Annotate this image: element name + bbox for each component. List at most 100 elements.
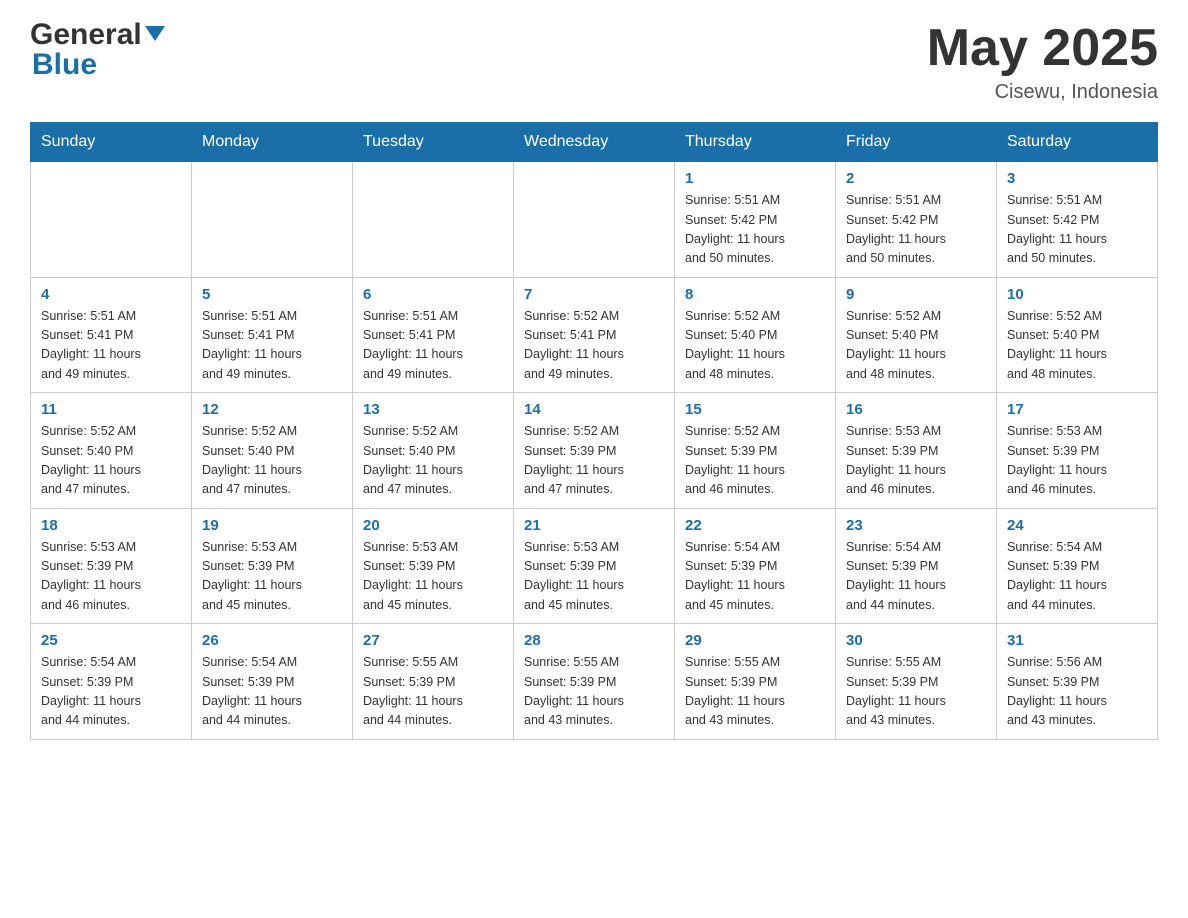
day-number: 13 bbox=[363, 401, 503, 418]
day-info: Sunrise: 5:53 AMSunset: 5:39 PMDaylight:… bbox=[1007, 422, 1147, 500]
day-info: Sunrise: 5:54 AMSunset: 5:39 PMDaylight:… bbox=[41, 653, 181, 731]
day-info: Sunrise: 5:55 AMSunset: 5:39 PMDaylight:… bbox=[524, 653, 664, 731]
day-info: Sunrise: 5:52 AMSunset: 5:40 PMDaylight:… bbox=[202, 422, 342, 500]
calendar-week-4: 18 Sunrise: 5:53 AMSunset: 5:39 PMDayligh… bbox=[31, 508, 1158, 624]
day-info: Sunrise: 5:52 AMSunset: 5:39 PMDaylight:… bbox=[524, 422, 664, 500]
calendar-cell: 7 Sunrise: 5:52 AMSunset: 5:41 PMDaylight… bbox=[514, 277, 675, 393]
day-info: Sunrise: 5:52 AMSunset: 5:40 PMDaylight:… bbox=[685, 307, 825, 385]
day-info: Sunrise: 5:52 AMSunset: 5:40 PMDaylight:… bbox=[846, 307, 986, 385]
day-info: Sunrise: 5:54 AMSunset: 5:39 PMDaylight:… bbox=[685, 538, 825, 616]
day-number: 17 bbox=[1007, 401, 1147, 418]
calendar-week-2: 4 Sunrise: 5:51 AMSunset: 5:41 PMDaylight… bbox=[31, 277, 1158, 393]
calendar-header-row: Sunday Monday Tuesday Wednesday Thursday… bbox=[31, 123, 1158, 162]
calendar-cell: 19 Sunrise: 5:53 AMSunset: 5:39 PMDayligh… bbox=[192, 508, 353, 624]
day-info: Sunrise: 5:56 AMSunset: 5:39 PMDaylight:… bbox=[1007, 653, 1147, 731]
day-number: 30 bbox=[846, 632, 986, 649]
day-number: 26 bbox=[202, 632, 342, 649]
day-number: 16 bbox=[846, 401, 986, 418]
day-info: Sunrise: 5:54 AMSunset: 5:39 PMDaylight:… bbox=[846, 538, 986, 616]
calendar-cell: 26Sunrise: 5:54 AMSunset: 5:39 PMDayligh… bbox=[192, 624, 353, 740]
day-number: 3 bbox=[1007, 170, 1147, 187]
logo: General Blue bbox=[30, 20, 165, 82]
col-header-wednesday: Wednesday bbox=[514, 123, 675, 162]
calendar-cell: 20Sunrise: 5:53 AMSunset: 5:39 PMDayligh… bbox=[353, 508, 514, 624]
day-number: 11 bbox=[41, 401, 181, 418]
calendar-cell bbox=[353, 162, 514, 278]
day-info: Sunrise: 5:53 AMSunset: 5:39 PMDaylight:… bbox=[202, 538, 342, 616]
calendar-cell: 12 Sunrise: 5:52 AMSunset: 5:40 PMDayligh… bbox=[192, 393, 353, 509]
calendar-table: Sunday Monday Tuesday Wednesday Thursday… bbox=[30, 122, 1158, 740]
day-number: 9 bbox=[846, 286, 986, 303]
day-number: 8 bbox=[685, 286, 825, 303]
calendar-cell: 1 Sunrise: 5:51 AMSunset: 5:42 PMDaylight… bbox=[675, 162, 836, 278]
calendar-cell: 9 Sunrise: 5:52 AMSunset: 5:40 PMDaylight… bbox=[836, 277, 997, 393]
col-header-sunday: Sunday bbox=[31, 123, 192, 162]
day-info: Sunrise: 5:54 AMSunset: 5:39 PMDaylight:… bbox=[1007, 538, 1147, 616]
day-number: 19 bbox=[202, 517, 342, 534]
day-number: 7 bbox=[524, 286, 664, 303]
day-number: 27 bbox=[363, 632, 503, 649]
day-number: 18 bbox=[41, 517, 181, 534]
calendar-cell: 21Sunrise: 5:53 AMSunset: 5:39 PMDayligh… bbox=[514, 508, 675, 624]
day-number: 5 bbox=[202, 286, 342, 303]
calendar-cell: 10 Sunrise: 5:52 AMSunset: 5:40 PMDayligh… bbox=[997, 277, 1158, 393]
calendar-cell: 28Sunrise: 5:55 AMSunset: 5:39 PMDayligh… bbox=[514, 624, 675, 740]
day-info: Sunrise: 5:53 AMSunset: 5:39 PMDaylight:… bbox=[363, 538, 503, 616]
calendar-cell: 18Sunrise: 5:53 AMSunset: 5:39 PMDayligh… bbox=[31, 508, 192, 624]
day-number: 29 bbox=[685, 632, 825, 649]
day-info: Sunrise: 5:55 AMSunset: 5:39 PMDaylight:… bbox=[846, 653, 986, 731]
day-info: Sunrise: 5:51 AMSunset: 5:42 PMDaylight:… bbox=[846, 191, 986, 269]
day-info: Sunrise: 5:51 AMSunset: 5:42 PMDaylight:… bbox=[685, 191, 825, 269]
calendar-cell: 3 Sunrise: 5:51 AMSunset: 5:42 PMDaylight… bbox=[997, 162, 1158, 278]
day-number: 24 bbox=[1007, 517, 1147, 534]
day-number: 1 bbox=[685, 170, 825, 187]
day-number: 31 bbox=[1007, 632, 1147, 649]
calendar-cell: 14 Sunrise: 5:52 AMSunset: 5:39 PMDayligh… bbox=[514, 393, 675, 509]
day-info: Sunrise: 5:52 AMSunset: 5:40 PMDaylight:… bbox=[41, 422, 181, 500]
day-number: 25 bbox=[41, 632, 181, 649]
day-number: 21 bbox=[524, 517, 664, 534]
col-header-tuesday: Tuesday bbox=[353, 123, 514, 162]
day-info: Sunrise: 5:52 AMSunset: 5:40 PMDaylight:… bbox=[1007, 307, 1147, 385]
day-number: 14 bbox=[524, 401, 664, 418]
day-number: 4 bbox=[41, 286, 181, 303]
calendar-cell: 27 Sunrise: 5:55 AMSunset: 5:39 PMDayligh… bbox=[353, 624, 514, 740]
page-header: General Blue May 2025 Cisewu, Indonesia bbox=[30, 20, 1158, 104]
day-info: Sunrise: 5:51 AMSunset: 5:41 PMDaylight:… bbox=[202, 307, 342, 385]
day-info: Sunrise: 5:55 AMSunset: 5:39 PMDaylight:… bbox=[363, 653, 503, 731]
logo-line1: General bbox=[30, 20, 165, 50]
day-number: 12 bbox=[202, 401, 342, 418]
calendar-week-3: 11 Sunrise: 5:52 AMSunset: 5:40 PMDayligh… bbox=[31, 393, 1158, 509]
calendar-cell bbox=[31, 162, 192, 278]
day-number: 22 bbox=[685, 517, 825, 534]
day-number: 6 bbox=[363, 286, 503, 303]
day-info: Sunrise: 5:53 AMSunset: 5:39 PMDaylight:… bbox=[846, 422, 986, 500]
calendar-title: May 2025 bbox=[927, 20, 1158, 77]
calendar-cell bbox=[192, 162, 353, 278]
day-number: 10 bbox=[1007, 286, 1147, 303]
calendar-cell: 31 Sunrise: 5:56 AMSunset: 5:39 PMDayligh… bbox=[997, 624, 1158, 740]
col-header-thursday: Thursday bbox=[675, 123, 836, 162]
day-info: Sunrise: 5:55 AMSunset: 5:39 PMDaylight:… bbox=[685, 653, 825, 731]
col-header-friday: Friday bbox=[836, 123, 997, 162]
col-header-monday: Monday bbox=[192, 123, 353, 162]
calendar-cell: 13Sunrise: 5:52 AMSunset: 5:40 PMDayligh… bbox=[353, 393, 514, 509]
calendar-cell: 22 Sunrise: 5:54 AMSunset: 5:39 PMDayligh… bbox=[675, 508, 836, 624]
calendar-cell: 6 Sunrise: 5:51 AMSunset: 5:41 PMDaylight… bbox=[353, 277, 514, 393]
calendar-subtitle: Cisewu, Indonesia bbox=[927, 81, 1158, 104]
day-info: Sunrise: 5:51 AMSunset: 5:42 PMDaylight:… bbox=[1007, 191, 1147, 269]
day-info: Sunrise: 5:51 AMSunset: 5:41 PMDaylight:… bbox=[41, 307, 181, 385]
day-info: Sunrise: 5:51 AMSunset: 5:41 PMDaylight:… bbox=[363, 307, 503, 385]
title-block: May 2025 Cisewu, Indonesia bbox=[927, 20, 1158, 104]
calendar-cell: 30 Sunrise: 5:55 AMSunset: 5:39 PMDayligh… bbox=[836, 624, 997, 740]
day-info: Sunrise: 5:52 AMSunset: 5:41 PMDaylight:… bbox=[524, 307, 664, 385]
calendar-cell: 25 Sunrise: 5:54 AMSunset: 5:39 PMDayligh… bbox=[31, 624, 192, 740]
day-info: Sunrise: 5:52 AMSunset: 5:39 PMDaylight:… bbox=[685, 422, 825, 500]
calendar-cell: 15 Sunrise: 5:52 AMSunset: 5:39 PMDayligh… bbox=[675, 393, 836, 509]
calendar-cell: 11 Sunrise: 5:52 AMSunset: 5:40 PMDayligh… bbox=[31, 393, 192, 509]
day-number: 15 bbox=[685, 401, 825, 418]
calendar-cell: 2Sunrise: 5:51 AMSunset: 5:42 PMDaylight… bbox=[836, 162, 997, 278]
calendar-cell: 17 Sunrise: 5:53 AMSunset: 5:39 PMDayligh… bbox=[997, 393, 1158, 509]
calendar-cell: 24 Sunrise: 5:54 AMSunset: 5:39 PMDayligh… bbox=[997, 508, 1158, 624]
calendar-cell: 23Sunrise: 5:54 AMSunset: 5:39 PMDayligh… bbox=[836, 508, 997, 624]
